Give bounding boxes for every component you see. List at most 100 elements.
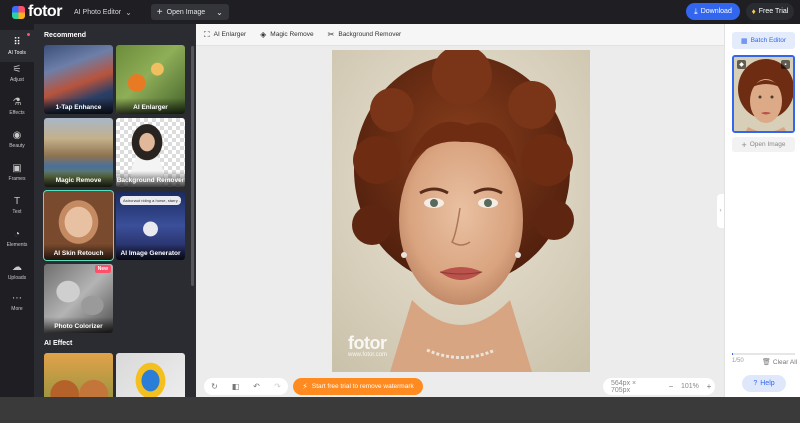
more-icon: ⋯ bbox=[12, 292, 22, 304]
toolbar-background-remover[interactable]: ✂ Background Remover bbox=[328, 30, 402, 39]
text-icon: T bbox=[13, 195, 21, 207]
upload-progress-fill bbox=[732, 353, 734, 355]
clear-all-button[interactable]: 🗑 Clear All bbox=[762, 358, 798, 367]
add-image-button[interactable]: + Open Image bbox=[732, 137, 795, 152]
tool-card-ai-skin-retouch[interactable]: AI Skin Retouch bbox=[43, 190, 114, 261]
editor-canvas: fotor www.fotor.com bbox=[196, 46, 724, 376]
collapse-right-panel-handle[interactable]: › bbox=[717, 194, 724, 228]
lightning-icon: ⚡ bbox=[302, 382, 308, 391]
notification-dot bbox=[27, 33, 30, 36]
rail-item-elements[interactable]: ◔ Elements bbox=[0, 222, 34, 254]
batch-icon: ▦ bbox=[740, 37, 748, 45]
enlarge-icon: ⛶ bbox=[204, 29, 210, 39]
flask-icon: ⚗ bbox=[12, 96, 22, 108]
logo-mark bbox=[12, 5, 25, 19]
rail-label: Adjust bbox=[10, 76, 24, 83]
card-thumbnail bbox=[44, 353, 113, 397]
compare-icon[interactable]: ◧ bbox=[225, 382, 246, 391]
rail-label: Frames bbox=[8, 175, 26, 182]
tool-card-ai-enlarger[interactable]: AI Enlarger bbox=[116, 45, 185, 114]
recommend-heading: Recommend bbox=[44, 32, 87, 39]
trash-icon: 🗑 bbox=[762, 359, 771, 366]
rail-item-adjust[interactable]: ⚟ Adjust bbox=[0, 57, 34, 89]
open-image-button[interactable]: + Open Image ⌄ bbox=[150, 4, 229, 20]
clear-all-label: Clear All bbox=[772, 358, 798, 366]
effect-card-dogs[interactable] bbox=[44, 353, 113, 397]
redo-icon[interactable]: ↷ bbox=[267, 382, 288, 391]
portrait-illustration bbox=[332, 50, 590, 372]
history-icon[interactable]: ↻ bbox=[204, 382, 225, 391]
frame-icon: ▣ bbox=[12, 162, 22, 174]
canvas-toolbar: ⛶ AI Enlarger ◈ Magic Remove ✂ Backgroun… bbox=[196, 24, 724, 46]
tool-card-background-remover[interactable]: Background Remover bbox=[116, 118, 185, 187]
batch-editor-label: Batch Editor bbox=[750, 37, 787, 44]
free-trial-button[interactable]: ♦ Free Trial bbox=[746, 3, 794, 20]
layers-icon[interactable]: ◆ bbox=[737, 60, 746, 69]
scissors-icon: ✂ bbox=[327, 30, 335, 39]
card-label: 1-Tap Enhance bbox=[44, 98, 113, 114]
chevron-right-icon: › bbox=[719, 208, 722, 214]
batch-editor-button[interactable]: ▦ Batch Editor bbox=[732, 32, 795, 49]
toolbar-label: AI Enlarger bbox=[213, 31, 247, 38]
rail-label: Beauty bbox=[9, 142, 25, 149]
toolbar-magic-remove[interactable]: ◈ Magic Remove bbox=[260, 30, 314, 39]
help-icon: ? bbox=[753, 380, 758, 387]
remove-watermark-button[interactable]: ⚡ Start free trial to remove watermark bbox=[293, 378, 423, 395]
undo-icon[interactable]: ↶ bbox=[246, 382, 267, 391]
main-photo[interactable]: fotor www.fotor.com bbox=[332, 50, 590, 372]
rail-item-more[interactable]: ⋯ More bbox=[0, 286, 34, 318]
logo-text: fotor bbox=[28, 3, 62, 20]
top-bar: fotor AI Photo Editor ⌄ + Open Image ⌄ ⤓… bbox=[0, 0, 800, 24]
delete-icon[interactable]: ▪ bbox=[781, 60, 790, 69]
panel-scrollbar[interactable] bbox=[191, 46, 194, 286]
canvas-bottom-bar: ↻ ◧ ↶ ↷ ⚡ Start free trial to remove wat… bbox=[196, 376, 724, 397]
plus-icon: + bbox=[741, 139, 747, 150]
upload-progress bbox=[732, 353, 795, 355]
card-label: Background Remover bbox=[116, 171, 185, 187]
rail-item-frames[interactable]: ▣ Frames bbox=[0, 156, 34, 188]
left-nav-rail: ⠿ AI Tools ⚟ Adjust ⚗ Effects ◉ Beauty ▣… bbox=[0, 24, 34, 397]
add-image-label: Open Image bbox=[749, 141, 786, 148]
rail-label: Text bbox=[12, 208, 22, 215]
image-dimensions: 564px × 705px bbox=[611, 379, 637, 394]
crown-icon: ♦ bbox=[751, 7, 756, 16]
chevron-down-icon: ⌄ bbox=[125, 7, 132, 17]
zoom-level[interactable]: 101% bbox=[681, 383, 699, 390]
zoom-in-icon[interactable]: + bbox=[703, 382, 715, 391]
ai-effect-heading: AI Effect bbox=[44, 340, 73, 347]
right-panel: ▦ Batch Editor ◆ ▪ + Open Image 1/50 🗑 C… bbox=[724, 24, 800, 397]
card-label: Magic Remove bbox=[44, 171, 113, 187]
download-label: Download bbox=[700, 8, 732, 15]
tool-card-ai-image-generator[interactable]: Astronaut riding a horse, starry ... AI … bbox=[116, 191, 185, 260]
rail-item-effects[interactable]: ⚗ Effects bbox=[0, 90, 34, 122]
rail-item-uploads[interactable]: ☁ Uploads bbox=[0, 255, 34, 287]
download-button[interactable]: ⤓ Download bbox=[686, 3, 740, 20]
free-trial-label: Free Trial bbox=[758, 8, 789, 15]
history-controls: ↻ ◧ ↶ ↷ bbox=[204, 378, 288, 395]
taskbar-strip bbox=[0, 397, 800, 423]
help-label: Help bbox=[760, 380, 775, 387]
shapes-icon: ◔ bbox=[13, 228, 21, 240]
effect-card-parrot[interactable] bbox=[116, 353, 185, 397]
eye-icon: ◉ bbox=[12, 129, 22, 141]
chevron-down-icon: ⌄ bbox=[216, 7, 223, 17]
open-image-label: Open Image bbox=[166, 8, 206, 16]
tool-card-1-tap-enhance[interactable]: 1-Tap Enhance bbox=[44, 45, 113, 114]
eraser-icon: ◈ bbox=[260, 30, 267, 39]
grid-icon: ⠿ bbox=[13, 36, 21, 48]
download-icon: ⤓ bbox=[694, 6, 698, 16]
image-count: 1/50 bbox=[732, 358, 744, 364]
editor-mode-menu[interactable]: AI Photo Editor ⌄ bbox=[74, 8, 132, 17]
zoom-out-icon[interactable]: − bbox=[665, 382, 677, 391]
help-button[interactable]: ? Help bbox=[742, 375, 786, 392]
image-thumbnail[interactable]: ◆ ▪ bbox=[732, 55, 795, 133]
tool-card-magic-remove[interactable]: Magic Remove bbox=[44, 118, 113, 187]
tool-card-photo-colorizer[interactable]: New Photo Colorizer bbox=[44, 264, 113, 333]
rail-item-beauty[interactable]: ◉ Beauty bbox=[0, 123, 34, 155]
card-label: AI Skin Retouch bbox=[44, 244, 113, 260]
app-window: fotor AI Photo Editor ⌄ + Open Image ⌄ ⤓… bbox=[0, 0, 800, 397]
fotor-logo[interactable]: fotor bbox=[12, 3, 68, 21]
rail-item-text[interactable]: T Text bbox=[0, 189, 34, 221]
toolbar-ai-enlarger[interactable]: ⛶ AI Enlarger bbox=[204, 30, 246, 40]
watermark-url: www.fotor.com bbox=[348, 352, 388, 358]
